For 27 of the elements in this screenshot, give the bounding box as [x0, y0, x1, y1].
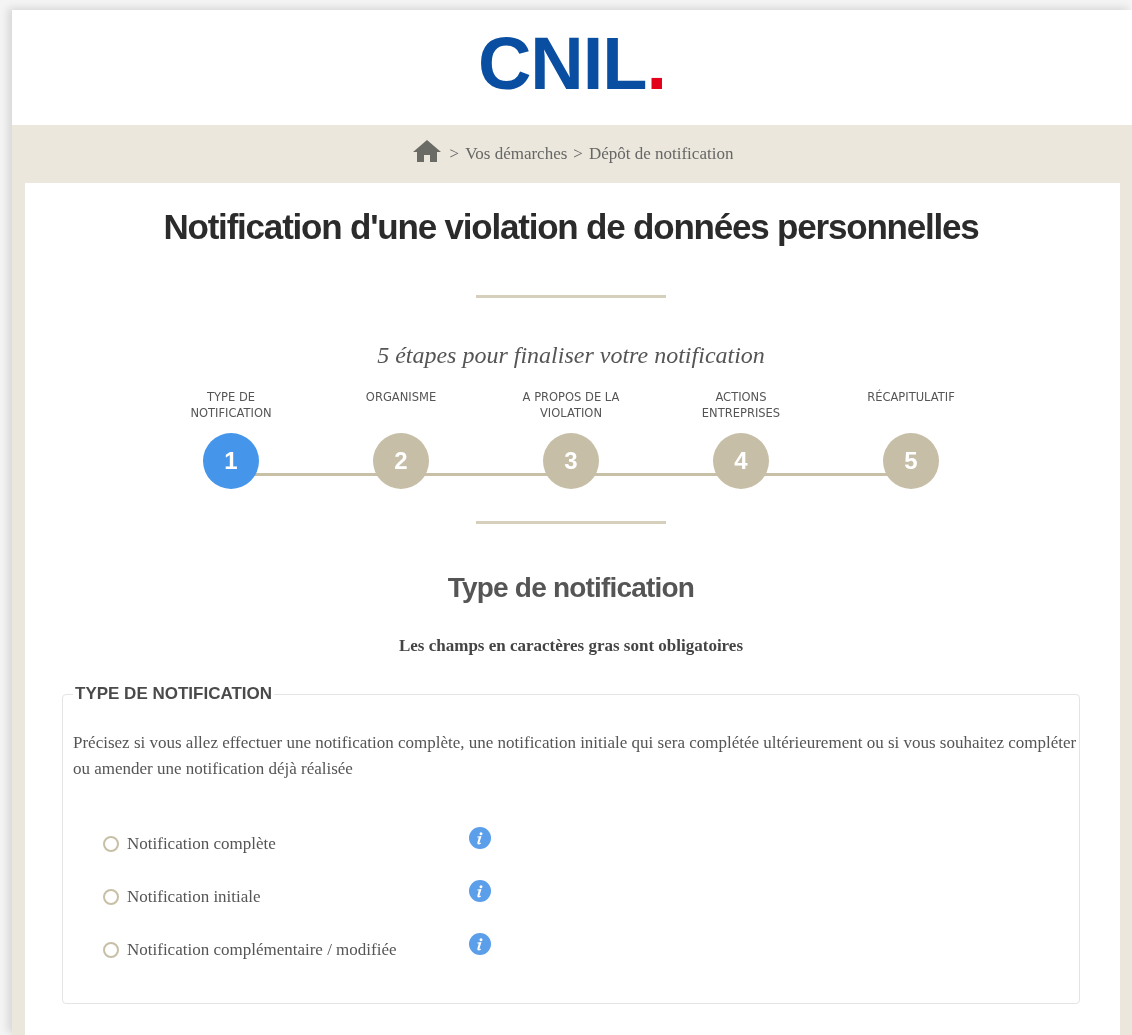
radio-button[interactable]: [103, 835, 119, 852]
required-note: Les champs en caractères gras sont obligatoires: [398, 636, 744, 656]
page-title: Notification d'une violation de données personnelles: [163, 207, 979, 248]
section-title: Type de notification: [447, 572, 695, 604]
home-icon[interactable]: [411, 139, 442, 163]
fieldset-legend: TYPE DE NOTIFICATION: [73, 684, 275, 704]
radio-label[interactable]: Notification initiale: [127, 886, 469, 907]
breadcrumb-separator: >: [573, 144, 583, 164]
step-label: ACTIONS ENTREPRISES: [700, 389, 782, 422]
step-label: A PROPOS DE LA VIOLATION: [521, 389, 621, 422]
breadcrumb-link[interactable]: Dépôt de notification: [588, 144, 734, 164]
step-circle[interactable]: 1: [203, 433, 259, 489]
step-label: TYPE DE NOTIFICATION: [189, 389, 273, 422]
step-label: ORGANISME: [364, 389, 438, 406]
breadcrumb-link[interactable]: Vos démarches: [465, 144, 568, 164]
info-icon[interactable]: [469, 879, 491, 902]
breadcrumb-separator: >: [449, 144, 460, 164]
field-description: Précisez si vous allez effectuer une notification complète, une notification initiale qui sera complétée ultérieurement ou si vous souhaitez compléter ou amender une notification déjà réalisée: [73, 732, 1078, 780]
radio-button[interactable]: [103, 941, 119, 958]
info-icon[interactable]: [469, 932, 491, 955]
radio-label[interactable]: Notification complémentaire / modifiée: [127, 939, 469, 960]
info-icon[interactable]: [469, 826, 491, 849]
step-label: RÉCAPITULATIF: [866, 389, 956, 406]
cnil-logo[interactable]: CNIL.: [477, 26, 667, 109]
radio-button[interactable]: [103, 888, 119, 905]
radio-label[interactable]: Notification complète: [127, 833, 469, 854]
steps-intro: 5 étapes pour finaliser votre notification: [377, 342, 765, 369]
